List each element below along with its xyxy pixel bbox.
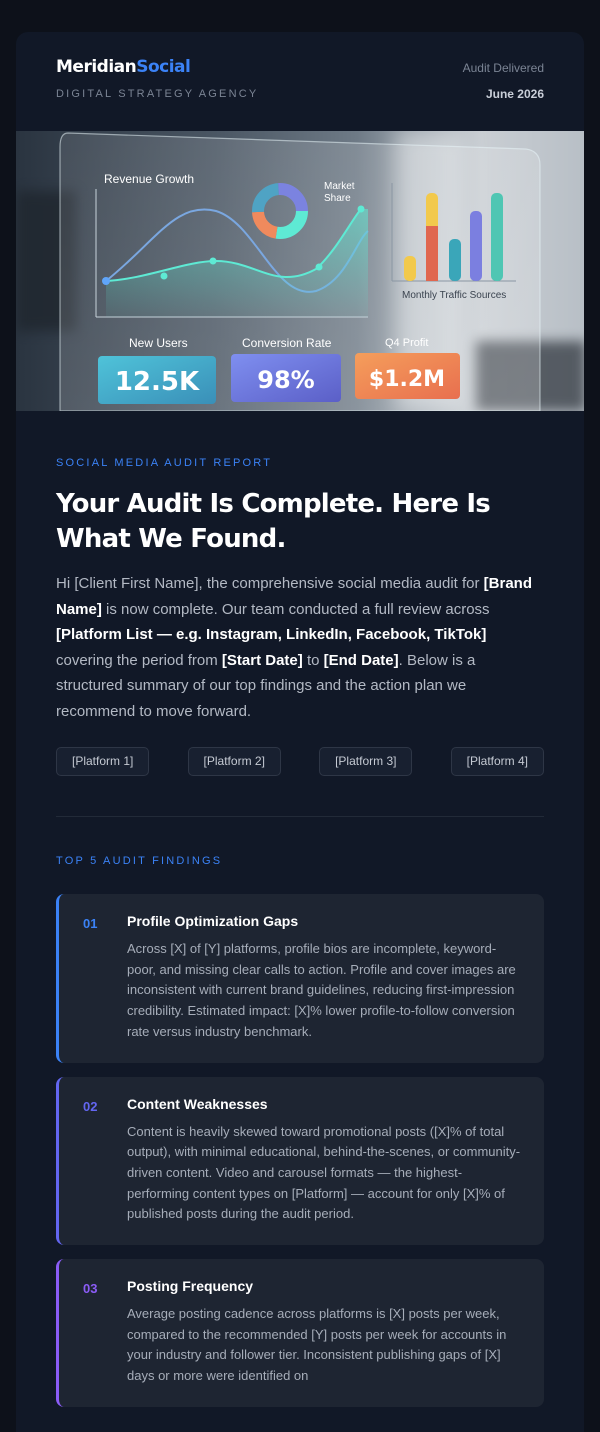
section-divider <box>56 816 544 817</box>
dashboard-illustration: Revenue Growth Market Share Monthly Traf… <box>59 132 541 411</box>
report-eyebrow: SOCIAL MEDIA AUDIT REPORT <box>56 457 273 469</box>
kpi-value-conversion: 98% <box>257 366 314 394</box>
finding-number: 03 <box>83 1281 98 1297</box>
status-label: Audit Delivered <box>462 61 544 75</box>
kpi-label-conversion: Conversion Rate <box>242 336 332 350</box>
findings-eyebrow: TOP 5 AUDIT FINDINGS <box>56 855 223 867</box>
platform-chip: [Platform 2] <box>187 747 281 776</box>
finding-card: 03 Posting Frequency Average posting cad… <box>56 1259 544 1407</box>
kpi-label-new-users: New Users <box>129 336 188 350</box>
kpi-value-new-users: 12.5K <box>115 367 200 397</box>
start-date-placeholder: [Start Date] <box>221 651 303 669</box>
finding-title: Posting Frequency <box>127 1278 254 1295</box>
platform-chip: [Platform 1] <box>56 747 150 776</box>
finding-body: Content is heavily skewed toward promoti… <box>127 1123 521 1222</box>
market-share-label: Market <box>324 181 355 192</box>
kpi-label-profit: Q4 Profit <box>385 337 428 349</box>
delivery-date: June 2026 <box>485 87 544 101</box>
revenue-growth-label: Revenue Growth <box>104 172 194 186</box>
main-content: SOCIAL MEDIA AUDIT REPORT Your Audit Is … <box>16 411 584 1407</box>
platform-list-placeholder: [Platform List — e.g. Instagram, LinkedI… <box>56 626 487 643</box>
kpi-value-profit: $1.2M <box>369 367 445 392</box>
hero-image: Revenue Growth Market Share Monthly Traf… <box>16 131 584 411</box>
platform-chip: [Platform 4] <box>450 747 544 776</box>
finding-number: 02 <box>83 1098 98 1114</box>
delivery-info: Audit Delivered June 2026 <box>463 61 544 101</box>
finding-body: Across [X] of [Y] platforms, profile bio… <box>127 941 516 1039</box>
finding-card: 02 Content Weaknesses Content is heavily… <box>56 1076 544 1246</box>
finding-card: 01 Profile Optimization Gaps Across [X] … <box>56 894 544 1063</box>
header: MeridianSocial DIGITAL STRATEGY AGENCY A… <box>16 32 584 131</box>
email-card: MeridianSocial DIGITAL STRATEGY AGENCY A… <box>16 32 584 1432</box>
end-date-placeholder: [End Date] <box>323 651 399 669</box>
traffic-sources-label: Monthly Traffic Sources <box>402 290 506 301</box>
platform-chips: [Platform 1] [Platform 2] [Platform 3] [… <box>56 747 544 776</box>
finding-body: Average posting cadence across platforms… <box>127 1306 507 1384</box>
intro-paragraph: Hi [Client First Name], the comprehensiv… <box>56 575 533 720</box>
page-title: Your Audit Is Complete. Here Is What We … <box>56 489 491 554</box>
finding-title: Content Weaknesses <box>127 1095 268 1112</box>
platform-chip: [Platform 3] <box>319 747 413 776</box>
svg-text:Share: Share <box>324 193 351 204</box>
finding-title: Profile Optimization Gaps <box>127 913 299 929</box>
finding-number: 01 <box>83 916 98 931</box>
